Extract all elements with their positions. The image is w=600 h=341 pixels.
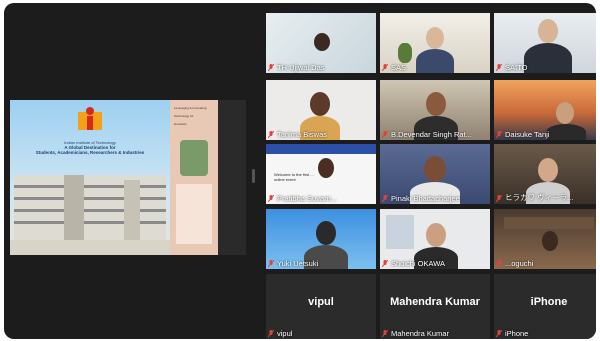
participant-name: Mahendra Kumar xyxy=(391,329,449,338)
mic-muted-icon xyxy=(382,131,388,138)
video-tile-active-speaker[interactable]: Pinaki Bhattacharjee xyxy=(380,144,490,204)
video-tile[interactable]: SAS xyxy=(380,13,490,73)
participant-name: Pratibha Suvarn... xyxy=(277,194,338,203)
shared-slide-title: Indian Institute of Technology A Global … xyxy=(30,140,150,155)
mic-muted-icon xyxy=(268,131,274,138)
mic-muted-icon xyxy=(268,64,274,71)
shared-screen[interactable]: Indian Institute of Technology A Global … xyxy=(10,100,246,255)
video-tile[interactable]: Daisuke Tanji xyxy=(494,80,596,140)
meeting-window: Indian Institute of Technology A Global … xyxy=(4,3,596,339)
video-tile[interactable]: ヒラカワ ヴィーラ... xyxy=(494,144,596,204)
participant-name: ヒラカワ ヴィーラ... xyxy=(505,193,574,202)
panel-line-2: Technology for xyxy=(174,114,194,118)
video-tile[interactable]: SAITO xyxy=(494,13,596,73)
participant-name: Yuki Uetsuki xyxy=(277,259,319,268)
participant-name: TH Ujjwal Das xyxy=(277,63,325,72)
mic-muted-icon xyxy=(382,64,388,71)
video-tile-camera-off[interactable]: Mahendra Kumar Mahendra Kumar xyxy=(380,274,490,339)
video-tile[interactable]: B.Devendar Singh Rat... xyxy=(380,80,490,140)
panel-line-3: Humanity xyxy=(174,122,187,126)
shared-slide-panel: Leveraging & Innovating Technology for H… xyxy=(170,100,218,255)
slide-snippet: Welcome to the first ... online event xyxy=(274,172,314,182)
building-image xyxy=(14,175,166,243)
participant-display-name: iPhone xyxy=(530,296,568,308)
slide-line-3: Students, Academicians, Researchers & In… xyxy=(35,150,145,155)
mic-muted-icon xyxy=(496,131,502,138)
participant-name: Pinaki Bhattacharjee xyxy=(391,194,460,203)
splitter-handle[interactable] xyxy=(252,169,255,183)
shared-slide-photo: Indian Institute of Technology A Global … xyxy=(10,100,170,255)
mic-muted-icon xyxy=(382,195,388,202)
video-tile-camera-off[interactable]: vipul vipul xyxy=(266,274,376,339)
participant-name: Daisuke Tanji xyxy=(505,130,550,139)
video-tile[interactable]: Tanima Biswas xyxy=(266,80,376,140)
participant-name: iPhone xyxy=(505,329,529,338)
mic-muted-icon xyxy=(268,195,274,202)
video-tile[interactable]: Yuki Uetsuki xyxy=(266,209,376,269)
mic-muted-icon xyxy=(496,195,502,202)
video-tile-camera-off[interactable]: iPhone iPhone xyxy=(494,274,596,339)
mic-muted-icon xyxy=(496,260,502,267)
video-tile[interactable]: Shoichi OKAWA xyxy=(380,209,490,269)
participant-display-name: vipul xyxy=(308,296,334,308)
participant-name: SAITO xyxy=(505,63,528,72)
video-tile[interactable]: Welcome to the first ... online event Pr… xyxy=(266,144,376,204)
mic-muted-icon xyxy=(496,64,502,71)
participant-name: SAS xyxy=(391,63,407,72)
panel-line-1: Leveraging & Innovating xyxy=(174,106,207,110)
mic-muted-icon xyxy=(268,330,274,337)
participant-name: Shoichi OKAWA xyxy=(391,259,446,268)
mic-muted-icon xyxy=(382,330,388,337)
video-tile[interactable]: ...oguchi xyxy=(494,209,596,269)
participant-name: vipul xyxy=(277,329,293,338)
mic-muted-icon xyxy=(268,260,274,267)
mic-muted-icon xyxy=(382,260,388,267)
video-tile[interactable]: TH Ujjwal Das xyxy=(266,13,376,73)
mic-muted-icon xyxy=(496,330,502,337)
participant-name: ...oguchi xyxy=(505,259,534,268)
participant-name: B.Devendar Singh Rat... xyxy=(391,130,472,139)
participant-name: Tanima Biswas xyxy=(277,130,328,139)
institute-logo-icon xyxy=(78,107,102,130)
participant-display-name: Mahendra Kumar xyxy=(390,296,480,308)
